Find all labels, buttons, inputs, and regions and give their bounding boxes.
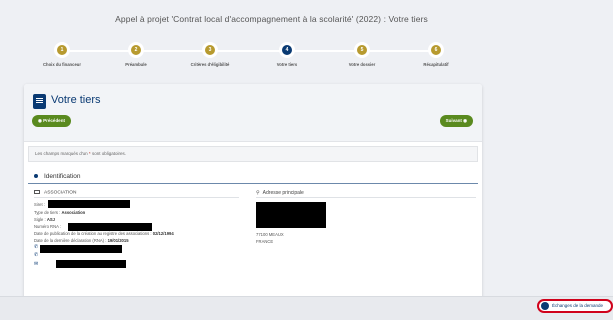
field-rna: Numéro RNA :	[34, 224, 61, 229]
step-marker-active: 4	[279, 42, 295, 58]
next-button[interactable]: Suivant ◉	[439, 115, 473, 127]
footer-bar	[0, 296, 613, 320]
bullet-icon	[34, 174, 38, 179]
redacted-siret	[48, 200, 130, 208]
address-country: FRANCE	[256, 239, 274, 244]
declaration-label: Date de la dernière déclaration (RNA) :	[34, 238, 107, 243]
siret-label: Siret :	[34, 202, 45, 207]
document-icon	[33, 94, 46, 109]
panel-title: Votre tiers	[51, 94, 101, 106]
address-title: Adresse principale	[262, 190, 304, 196]
tiers-panel: Votre tiers ◉ Précédent Suivant ◉ Les ch…	[24, 84, 482, 300]
step-marker: 6	[428, 42, 444, 58]
page-title: Appel à projet 'Contrat local d'accompag…	[115, 14, 428, 24]
sigle-value: ASJ	[46, 217, 55, 222]
step-label: Votre dossier	[348, 62, 376, 67]
step-votre-dossier[interactable]: 5 Votre dossier	[327, 42, 397, 67]
redacted-phone	[40, 245, 122, 253]
redacted-email	[56, 260, 126, 268]
rna-label: Numéro RNA :	[34, 224, 61, 229]
exchanges-button[interactable]: Échanges de la demande	[537, 299, 613, 313]
address-city: 77100 MEAUX	[256, 232, 284, 237]
step-label: Préambule	[125, 62, 147, 67]
address-heading: ⚲ Adresse principale	[256, 190, 304, 196]
redacted-address	[256, 202, 326, 228]
field-declaration: Date de la dernière déclaration (RNA) : …	[34, 238, 129, 243]
step-recapitulatif[interactable]: 6 Récapitulatif	[401, 42, 471, 67]
step-marker: 5	[354, 42, 370, 58]
step-choix-financeur[interactable]: 1 Choix du financeur	[27, 42, 97, 67]
publication-value: 02/12/1994	[152, 231, 174, 236]
step-votre-tiers[interactable]: 4 Votre tiers	[252, 42, 322, 67]
section-divider	[28, 183, 478, 184]
email-icon: ✉	[34, 261, 39, 267]
field-publication: Date de publication de la création au re…	[34, 231, 174, 236]
step-label: Choix du financeur	[43, 62, 81, 67]
field-sigle: Sigle : ASJ	[34, 217, 55, 222]
progress-stepper: 1 Choix du financeur 2 Préambule 3 Critè…	[20, 42, 460, 72]
step-preambule[interactable]: 2 Préambule	[101, 42, 171, 67]
field-type: Type de tiers : Association	[34, 210, 85, 215]
association-heading: ASSOCIATION	[34, 190, 76, 195]
column-divider-left	[34, 197, 239, 198]
required-fields-note: Les champs marqués d'un * sont obligatoi…	[28, 146, 478, 162]
phone-icon: ✆	[34, 244, 39, 250]
chat-icon	[541, 302, 549, 310]
section-identification: Identification	[34, 173, 81, 180]
declaration-value: 19/01/2015	[107, 238, 129, 243]
redacted-rna	[68, 223, 152, 231]
type-value: Association	[61, 210, 86, 215]
mobile-icon: ✆	[34, 252, 39, 258]
panel-header: Votre tiers ◉ Précédent Suivant ◉	[24, 84, 482, 142]
step-label: Votre tiers	[276, 62, 298, 67]
required-star: *	[88, 151, 91, 156]
step-label: Critères d'éligibilité	[190, 62, 230, 67]
step-criteres[interactable]: 3 Critères d'éligibilité	[175, 42, 245, 67]
field-siret: Siret :	[34, 202, 45, 207]
association-title: ASSOCIATION	[44, 190, 77, 196]
publication-label: Date de publication de la création au re…	[34, 231, 152, 236]
column-divider-right	[256, 197, 476, 198]
step-marker: 2	[128, 42, 144, 58]
required-note-text: Les champs marqués d'un	[35, 151, 88, 156]
required-note-text-end: sont obligatoires.	[91, 151, 126, 156]
map-pin-icon: ⚲	[256, 190, 260, 196]
type-label: Type de tiers :	[34, 210, 61, 215]
id-card-icon	[34, 190, 40, 194]
previous-button[interactable]: ◉ Précédent	[32, 115, 71, 127]
step-label: Récapitulatif	[423, 62, 449, 67]
step-marker: 3	[202, 42, 218, 58]
sigle-label: Sigle :	[34, 217, 46, 222]
section-title: Identification	[44, 173, 81, 180]
exchanges-label: Échanges de la demande	[552, 303, 604, 308]
step-marker: 1	[54, 42, 70, 58]
